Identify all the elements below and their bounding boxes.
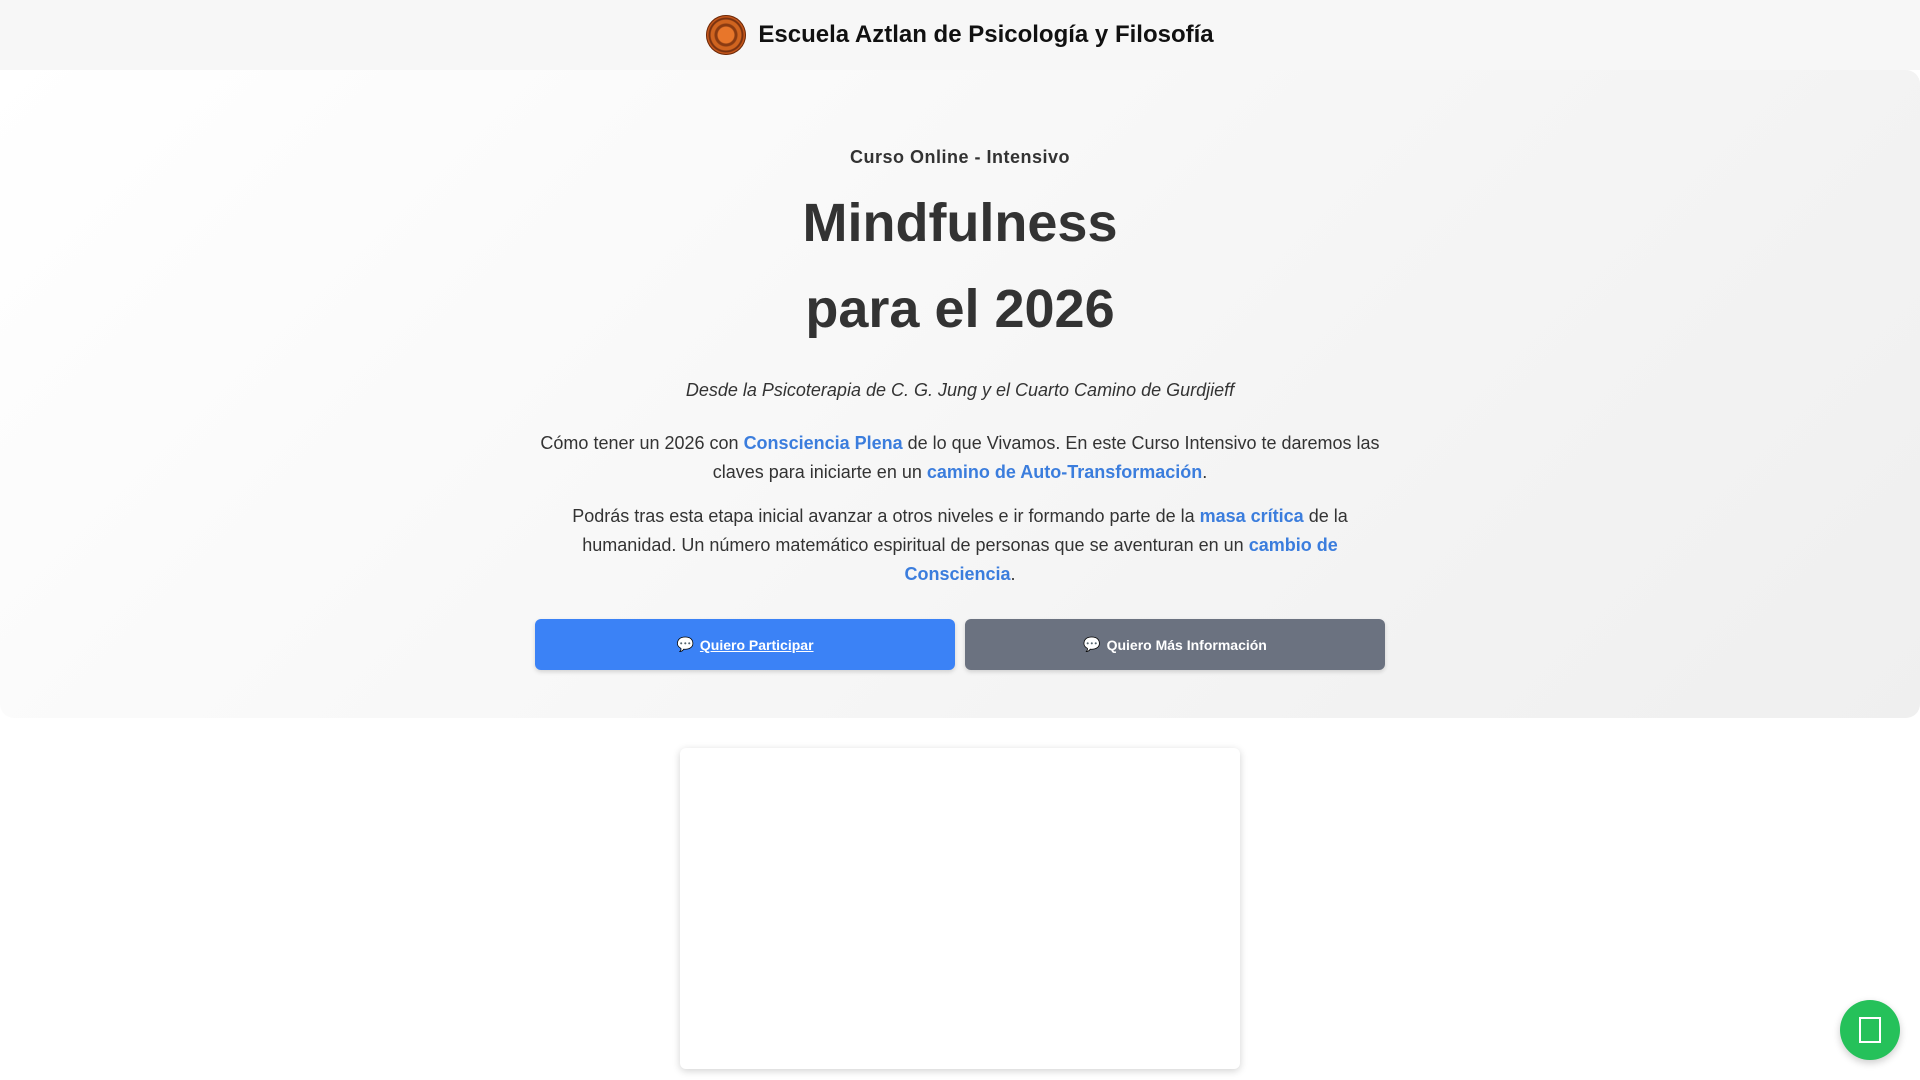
hero-subtitle: Desde la Psicoterapia de C. G. Jung y el…	[685, 380, 1235, 400]
hero-section: Curso Online - Intensivo Mindfulness par…	[0, 70, 1920, 718]
intro-text-3: .	[1202, 462, 1208, 482]
highlight-masa-critica: masa crítica	[1199, 506, 1304, 526]
page-title: Mindfulness para el 2026	[530, 180, 1390, 352]
participate-button[interactable]: 💬 Quiero Participar	[535, 619, 955, 670]
detail-paragraph: Podrás tras esta etapa inicial avanzar a…	[530, 502, 1390, 589]
site-title[interactable]: Escuela Aztlan de Psicología y Filosofía	[758, 21, 1213, 49]
more-info-button[interactable]: 💬 Quiero Más Información	[965, 619, 1385, 670]
highlight-consciencia-plena: Consciencia Plena	[743, 433, 903, 453]
course-type-label: Curso Online - Intensivo	[849, 147, 1071, 167]
speech-bubble-icon: 💬	[1083, 636, 1101, 652]
cta-buttons: 💬 Quiero Participar 💬 Quiero Más Informa…	[530, 619, 1390, 670]
detail-text-1: Podrás tras esta etapa inicial avanzar a…	[572, 506, 1200, 526]
more-info-button-label: Quiero Más Información	[1106, 636, 1267, 653]
intro-text-1: Cómo tener un 2026 con	[540, 433, 744, 453]
video-embed[interactable]	[680, 748, 1240, 1069]
headline-line-1: Mindfulness	[802, 193, 1118, 253]
intro-paragraph: Cómo tener un 2026 con Consciencia Plena…	[530, 429, 1390, 487]
whatsapp-icon	[1859, 1017, 1881, 1043]
site-header: Escuela Aztlan de Psicología y Filosofía	[0, 0, 1920, 70]
speech-bubble-icon: 💬	[676, 636, 694, 652]
headline-line-2: para el 2026	[805, 279, 1115, 339]
detail-text-3: .	[1010, 564, 1016, 584]
whatsapp-chat-button[interactable]	[1840, 1000, 1900, 1060]
participate-button-label: Quiero Participar	[699, 636, 814, 653]
highlight-auto-transformacion: camino de Auto-Transformación	[926, 462, 1203, 482]
school-logo-icon[interactable]	[706, 15, 747, 55]
